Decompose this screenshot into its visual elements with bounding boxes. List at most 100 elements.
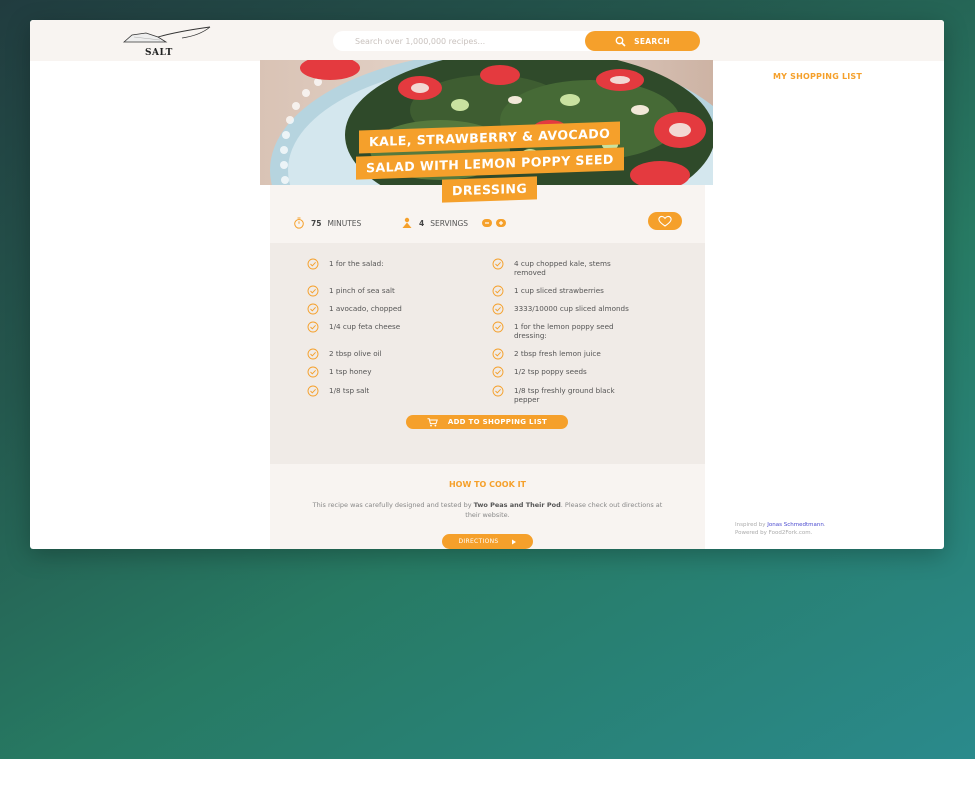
ingredient-qty: 1/4	[329, 322, 341, 331]
directions-button-label: DIRECTIONS	[458, 538, 499, 545]
search-button-label: SEARCH	[634, 36, 670, 46]
search-input[interactable]	[333, 31, 603, 51]
add-to-shopping-list-button[interactable]: ADD TO SHOPPING LIST	[406, 415, 568, 429]
check-icon	[307, 348, 319, 360]
shopping-list-title: MY SHOPPING LIST	[773, 72, 863, 81]
ingredient-item: 3333/10000 cup sliced almonds	[492, 303, 632, 315]
plus-icon	[499, 221, 504, 225]
cook-time-label: MINUTES	[327, 218, 362, 228]
ingredient-item: 4 cup chopped kale, stems removed	[492, 258, 632, 277]
search-form: SEARCH	[333, 31, 700, 51]
ingredient-item: 1/4 cup feta cheese	[307, 321, 447, 333]
ingredient-qty: 1	[329, 367, 334, 376]
ingredient-text: cup chopped kale, stems removed	[514, 259, 611, 277]
ingredient-text: cup feta cheese	[342, 322, 401, 331]
check-icon	[492, 285, 504, 297]
ingredient-text: pinch of sea salt	[335, 286, 395, 295]
ingredient-text: for the salad:	[335, 259, 384, 268]
decrease-servings-button[interactable]	[482, 219, 493, 227]
check-icon	[307, 321, 319, 333]
logo[interactable]: SALT	[122, 24, 214, 58]
servings: 4 SERVINGS	[401, 217, 507, 229]
ingredient-qty: 1	[329, 259, 334, 268]
ingredient-text: tsp honey	[335, 367, 372, 376]
check-icon	[492, 303, 504, 315]
ingredient-qty: 1/2	[514, 367, 526, 376]
minus-icon	[485, 222, 490, 224]
ingredient-qty: 1	[514, 286, 519, 295]
credit-prefix: Inspired by	[735, 522, 768, 528]
play-arrow-icon	[511, 539, 516, 544]
ingredient-text: tsp salt	[342, 386, 370, 395]
check-icon	[307, 285, 319, 297]
author-link[interactable]: Jonas Schmedtmann	[767, 522, 824, 528]
credits: Inspired by Jonas Schmedtmann. Powered b…	[735, 521, 826, 537]
ingredient-text: for the lemon poppy seed dressing:	[514, 322, 614, 340]
ingredient-item: 1 pinch of sea salt	[307, 285, 447, 297]
ingredient-text: tsp poppy seeds	[527, 367, 587, 376]
ingredient-list: 1 for the salad: 4 cup chopped kale, ste…	[270, 243, 705, 464]
person-icon	[402, 217, 412, 228]
ingredient-qty: 2	[329, 349, 334, 358]
directions-text-pre: This recipe was carefully designed and t…	[312, 501, 474, 509]
servings-value: 4	[419, 218, 425, 228]
add-to-shopping-list-label: ADD TO SHOPPING LIST	[447, 418, 548, 426]
ingredient-item: 1 for the lemon poppy seed dressing:	[492, 321, 632, 340]
app-window: SALT SEARCH MY SHOPPING LIST Inspired by…	[30, 20, 944, 549]
directions-title: HOW TO COOK IT	[448, 480, 527, 489]
check-icon	[492, 321, 504, 333]
ingredient-item: 1/8 tsp salt	[307, 385, 447, 397]
stopwatch-icon	[294, 217, 304, 229]
directions-text: This recipe was carefully designed and t…	[310, 500, 665, 520]
increase-servings-button[interactable]	[496, 219, 507, 227]
ingredient-text: tsp freshly ground black pepper	[514, 386, 615, 404]
ingredient-qty: 1/8	[329, 386, 341, 395]
check-icon	[492, 258, 504, 270]
publisher-name: Two Peas and Their Pod	[473, 501, 561, 509]
servings-label: SERVINGS	[430, 218, 469, 228]
ingredient-text: avocado, chopped	[335, 304, 402, 313]
check-icon	[492, 366, 504, 378]
recipe-panel: KALE, STRAWBERRY & AVOCADO SALAD WITH LE…	[260, 60, 713, 549]
check-icon	[492, 348, 504, 360]
ingredient-item: 1 for the salad:	[307, 258, 447, 270]
cook-time-value: 75	[311, 218, 322, 228]
check-icon	[307, 385, 319, 397]
ingredient-qty: 1	[514, 322, 519, 331]
ingredient-qty: 1/8	[514, 386, 526, 395]
logo-text: SALT	[145, 48, 173, 58]
credit-suffix: .	[823, 522, 826, 528]
ingredient-qty: 3333/10000	[514, 304, 558, 313]
ingredient-text: cup sliced almonds	[559, 304, 629, 313]
cart-icon	[427, 417, 438, 426]
heart-icon	[658, 215, 672, 227]
search-icon	[615, 36, 626, 47]
ingredient-item: 1/8 tsp freshly ground black pepper	[492, 385, 632, 404]
search-button[interactable]: SEARCH	[585, 31, 700, 51]
ingredient-item: 1/2 tsp poppy seeds	[492, 366, 632, 378]
header: SALT SEARCH	[30, 20, 944, 61]
ingredient-item: 2 tbsp olive oil	[307, 348, 447, 360]
cook-time: 75 MINUTES	[293, 217, 361, 229]
directions-section: HOW TO COOK IT This recipe was carefully…	[270, 464, 705, 549]
ingredient-qty: 4	[514, 259, 519, 268]
ingredient-qty: 1	[329, 286, 334, 295]
ingredient-item: 1 avocado, chopped	[307, 303, 447, 315]
check-icon	[492, 385, 504, 397]
directions-button[interactable]: DIRECTIONS	[442, 534, 533, 549]
ingredient-text: cup sliced strawberries	[520, 286, 604, 295]
ingredient-text: tbsp fresh lemon juice	[520, 349, 601, 358]
recipe-title-line: DRESSING	[442, 176, 538, 203]
recipe-details: 75 MINUTES 4 SERVINGS	[270, 201, 705, 243]
powered-by: Powered by Food2Fork.com.	[735, 530, 813, 536]
check-icon	[307, 258, 319, 270]
ingredient-item: 1 cup sliced strawberries	[492, 285, 632, 297]
like-button[interactable]	[648, 212, 682, 230]
ingredient-text: tbsp olive oil	[335, 349, 382, 358]
recipe-title: KALE, STRAWBERRY & AVOCADO SALAD WITH LE…	[320, 121, 660, 204]
check-icon	[307, 303, 319, 315]
check-icon	[307, 366, 319, 378]
ingredient-qty: 2	[514, 349, 519, 358]
ingredient-qty: 1	[329, 304, 334, 313]
ingredient-item: 2 tbsp fresh lemon juice	[492, 348, 632, 360]
